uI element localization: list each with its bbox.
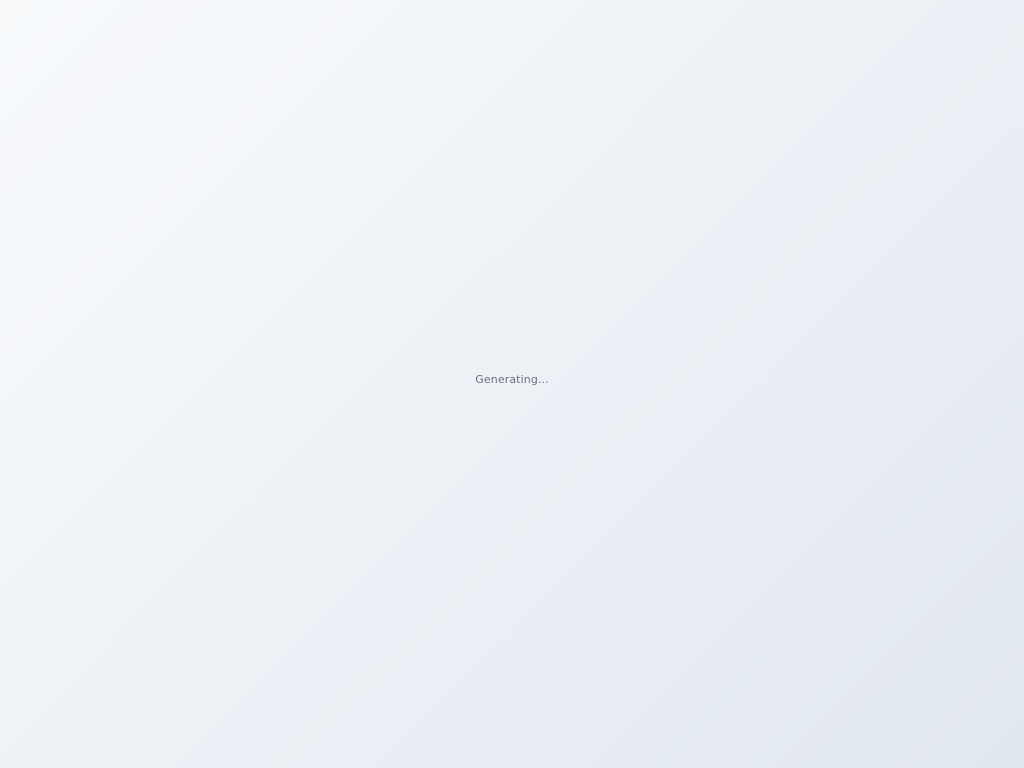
loading-screen: Generating... (0, 0, 1024, 768)
loading-status-text: Generating... (475, 373, 549, 386)
